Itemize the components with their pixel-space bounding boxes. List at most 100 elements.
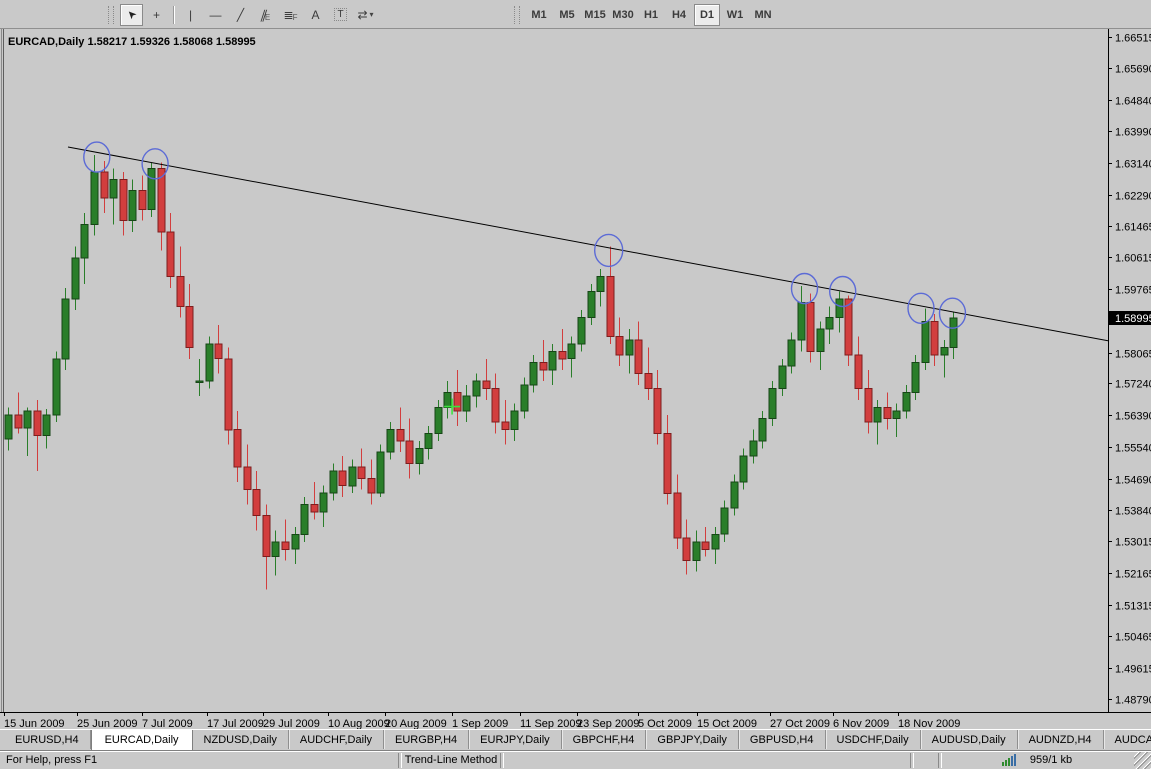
arrow-objects-tool-button[interactable]: ⇄▾ [354,4,377,26]
timeframe-m15-button[interactable]: M15 [582,4,608,26]
candle-up [893,411,900,419]
candle-down [931,321,938,355]
candle-up [463,396,470,411]
horizontal-line-icon: — [210,8,222,22]
tab-gbpchf-h4[interactable]: GBPCHF,H4 [562,730,647,749]
candle-up [740,456,747,482]
candle-up [721,508,728,534]
candle-down [559,351,566,359]
candle-down [674,493,681,538]
vertical-line-tool-button[interactable]: | [179,4,202,26]
timeframe-w1-button[interactable]: W1 [722,4,748,26]
fibonacci-retracement-tool-button[interactable]: ≣F [279,4,302,26]
candle-up [568,344,575,359]
time-tick-label: 1 Sep 2009 [452,718,508,729]
status-help-text: For Help, press F1 [0,753,398,768]
vertical-line-icon: | [189,8,192,22]
candle-up [206,344,213,381]
time-tick-label: 20 Aug 2009 [385,718,447,729]
horizontal-line-tool-button[interactable]: — [204,4,227,26]
tab-eurcad-daily[interactable]: EURCAD,Daily [91,730,193,751]
time-tick-label: 15 Jun 2009 [4,718,65,729]
candle-down [654,389,661,434]
timeframe-h4-button[interactable]: H4 [666,4,692,26]
candle-down [683,538,690,560]
toolbar-separator [173,6,174,24]
timeframe-d1-button[interactable]: D1 [694,4,720,26]
candle-up [950,318,957,348]
crosshair-tool-button[interactable]: + [145,4,168,26]
price-tick-label: 1.57240 [1115,379,1151,391]
tab-eurgbp-h4[interactable]: EURGBP,H4 [384,730,469,749]
status-connection-panel: 959/1 kb [942,753,1132,768]
candle-up [387,430,394,452]
crosshair-icon: + [153,8,160,22]
price-tick-label: 1.66515 [1115,33,1151,45]
chart-area[interactable]: 1.665151.656901.648401.639901.631401.622… [0,29,1151,729]
trendline-tool-button[interactable]: ╱ [229,4,252,26]
candle-up [416,448,423,463]
tab-nzdusd-daily[interactable]: NZDUSD,Daily [193,730,289,749]
candle-down [368,478,375,493]
toolbar-grip[interactable] [514,6,520,24]
candle-down [845,299,852,355]
tab-gbpjpy-daily[interactable]: GBPJPY,Daily [646,730,739,749]
tab-eurusd-h4[interactable]: EURUSD,H4 [4,730,91,749]
candle-up [912,363,919,393]
price-tick-label: 1.53840 [1115,506,1151,518]
timeframe-m30-button[interactable]: M30 [610,4,636,26]
timeframe-mn-button[interactable]: MN [750,4,776,26]
candle-down [282,542,289,550]
mt4-window: ➤+|—╱∥E≣FAT⇄▾ M1M5M15M30H1H4D1W1MN 1.665… [0,0,1151,769]
candle-up [148,168,155,209]
candle-up [874,407,881,422]
timeframe-toolbar: M1M5M15M30H1H4D1W1MN [514,3,777,26]
candle-up [521,385,528,411]
cursor-tool-button[interactable]: ➤ [120,4,143,26]
timeframe-m5-button[interactable]: M5 [554,4,580,26]
trendline-icon: ╱ [237,8,244,22]
timeframe-h1-button[interactable]: H1 [638,4,664,26]
text-label-tool-button[interactable]: T [329,4,352,26]
candle-up [588,292,595,318]
time-tick-label: 18 Nov 2009 [898,718,960,729]
timeframe-m1-button[interactable]: M1 [526,4,552,26]
time-tick-label: 6 Nov 2009 [833,718,889,729]
tab-audchf-daily[interactable]: AUDCHF,Daily [289,730,384,749]
arrow-objects-icon: ⇄ [357,8,367,22]
candle-down [186,307,193,348]
text-tool-button[interactable]: A [304,4,327,26]
candle-down [358,467,365,478]
candle-down [454,392,461,411]
candle-up [759,419,766,441]
price-tick-label: 1.63990 [1115,127,1151,139]
candle-down [406,441,413,463]
dropdown-caret-icon[interactable]: ▾ [370,10,374,19]
chart-tabs: EURUSD,H4EURCAD,DailyNZDUSD,DailyAUDCHF,… [0,729,1151,750]
chart-background[interactable] [0,29,1151,729]
tab-usdchf-daily[interactable]: USDCHF,Daily [826,730,921,749]
candle-down [244,467,251,489]
equidistant-channel-tool-button[interactable]: ∥E [254,4,277,26]
toolbar-grip[interactable] [108,6,114,24]
candle-up [941,348,948,356]
candle-down [807,303,814,352]
price-tick-label: 1.61465 [1115,222,1151,234]
candle-down [263,516,270,557]
candle-down [855,355,862,389]
tab-audcad-h4[interactable]: AUDCAD,H4 [1104,730,1151,749]
tab-gbpusd-h4[interactable]: GBPUSD,H4 [739,730,826,749]
resize-grip[interactable] [1134,752,1151,769]
tab-audnzd-h4[interactable]: AUDNZD,H4 [1018,730,1104,749]
price-tick-label: 1.51315 [1115,601,1151,613]
candle-down [234,430,241,467]
tab-eurjpy-daily[interactable]: EURJPY,Daily [469,730,562,749]
candle-down [645,374,652,389]
candle-down [492,389,499,423]
candle-up [349,467,356,486]
status-mini-panel [914,753,938,768]
time-tick-label: 27 Oct 2009 [770,718,830,729]
candle-up [798,303,805,340]
tab-audusd-daily[interactable]: AUDUSD,Daily [921,730,1018,749]
candle-up [788,340,795,366]
